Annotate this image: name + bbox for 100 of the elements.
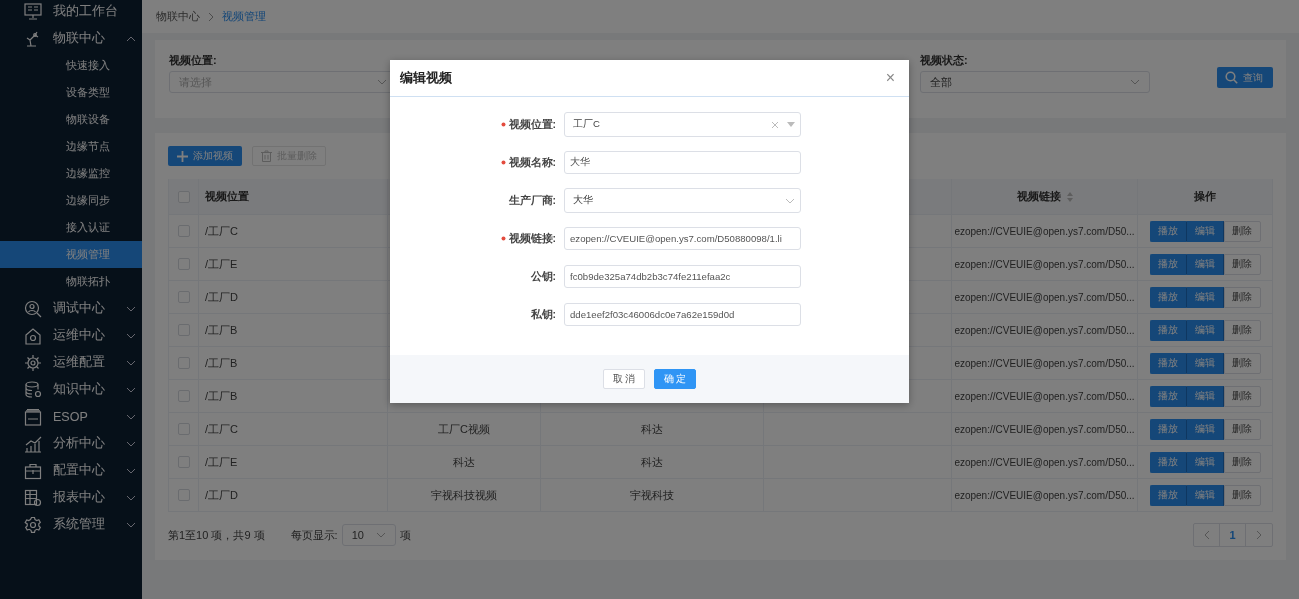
table-cell: /工厂E bbox=[199, 248, 388, 281]
plus-icon bbox=[177, 150, 188, 162]
table-cell: /工厂B bbox=[199, 380, 388, 413]
play-button[interactable]: 播放 bbox=[1149, 352, 1187, 374]
table-cell: ezopen://CVEUIE@open.ys7.com/D50... bbox=[952, 215, 1138, 248]
play-button[interactable]: 播放 bbox=[1149, 220, 1187, 242]
page-size-select[interactable]: 10 bbox=[341, 524, 396, 546]
sidebar-item[interactable]: ESOP bbox=[0, 403, 142, 430]
cancel-button[interactable]: 取 消 bbox=[603, 369, 645, 389]
delete-button[interactable]: 删除 bbox=[1223, 484, 1261, 506]
dialog-title: 编辑视频 bbox=[400, 69, 452, 87]
sidebar-subitem[interactable]: 视频管理 bbox=[0, 241, 142, 268]
filter-label: 视频位置: bbox=[169, 53, 218, 68]
table-cell: 科达 bbox=[388, 446, 541, 479]
sidebar-item[interactable]: 报表中心 bbox=[0, 484, 142, 511]
field-label: 生产厂商: bbox=[508, 193, 556, 208]
table-cell: /工厂B bbox=[199, 314, 388, 347]
sidebar-item[interactable]: 调试中心 bbox=[0, 295, 142, 322]
table-cell: ezopen://CVEUIE@open.ys7.com/D50... bbox=[952, 413, 1138, 446]
delete-button[interactable]: 删除 bbox=[1223, 286, 1261, 308]
sidebar-item[interactable]: 知识中心 bbox=[0, 376, 142, 403]
sidebar-item[interactable]: 物联中心 bbox=[0, 25, 142, 52]
delete-button[interactable]: 删除 bbox=[1223, 253, 1261, 275]
edit-button[interactable]: 编辑 bbox=[1186, 451, 1224, 473]
caret-icon bbox=[375, 532, 386, 538]
sidebar-item[interactable]: 配置中心 bbox=[0, 457, 142, 484]
sidebar-subitem[interactable]: 物联设备 bbox=[0, 106, 142, 133]
play-button[interactable]: 播放 bbox=[1149, 451, 1187, 473]
table-cell: 宇视科技 bbox=[541, 479, 764, 512]
delete-button[interactable]: 删除 bbox=[1223, 319, 1261, 341]
delete-button[interactable]: 删除 bbox=[1223, 451, 1261, 473]
sidebar-subitem[interactable]: 边缘节点 bbox=[0, 133, 142, 160]
confirm-button[interactable]: 确 定 bbox=[654, 369, 696, 389]
select-field[interactable]: 大华 bbox=[564, 188, 801, 213]
sidebar-subitem[interactable]: 物联拓扑 bbox=[0, 268, 142, 295]
sidebar-item[interactable]: 分析中心 bbox=[0, 430, 142, 457]
sidebar-item[interactable]: 我的工作台 bbox=[0, 0, 142, 25]
table-cell: /工厂D bbox=[199, 479, 388, 512]
table-cell: /工厂D bbox=[199, 281, 388, 314]
select-field[interactable]: 工厂C bbox=[564, 112, 801, 137]
caret-icon bbox=[1130, 79, 1140, 85]
settings-icon bbox=[24, 515, 42, 534]
sidebar-subitem[interactable]: 边缘监控 bbox=[0, 160, 142, 187]
sidebar-subitem[interactable]: 设备类型 bbox=[0, 79, 142, 106]
edit-button[interactable]: 编辑 bbox=[1186, 286, 1224, 308]
caret-down-icon bbox=[787, 122, 795, 127]
input-field[interactable]: dde1eef2f03c46006dc0e7a62e159d0d bbox=[564, 303, 801, 326]
column-header: 操作 bbox=[1194, 189, 1216, 204]
play-button[interactable]: 播放 bbox=[1149, 418, 1187, 440]
search-icon bbox=[1225, 71, 1238, 84]
edit-button[interactable]: 编辑 bbox=[1186, 352, 1224, 374]
database-icon bbox=[24, 380, 42, 399]
close-button[interactable]: × bbox=[883, 70, 897, 86]
chevron-left-icon bbox=[1203, 530, 1210, 540]
chevron-down-icon bbox=[785, 197, 795, 204]
delete-button[interactable]: 删除 bbox=[1223, 220, 1261, 242]
breadcrumb-link[interactable]: 视频管理 bbox=[222, 9, 266, 24]
table-cell: /工厂E bbox=[199, 446, 388, 479]
delete-button[interactable]: 删除 bbox=[1223, 385, 1261, 407]
sidebar-item[interactable]: 系统管理 bbox=[0, 511, 142, 538]
table-cell: ezopen://CVEUIE@open.ys7.com/D50... bbox=[952, 248, 1138, 281]
input-field[interactable]: fc0b9de325a74db2b3c74fe211efaa2c bbox=[564, 265, 801, 288]
table-cell: ezopen://CVEUIE@open.ys7.com/D50... bbox=[952, 380, 1138, 413]
bar-chart-icon bbox=[24, 434, 42, 453]
edit-button[interactable]: 编辑 bbox=[1186, 385, 1224, 407]
status-select[interactable]: 全部 bbox=[920, 71, 1150, 93]
play-button[interactable]: 播放 bbox=[1149, 319, 1187, 341]
sidebar-subitem[interactable]: 快速接入 bbox=[0, 52, 142, 79]
table-cell: ezopen://CVEUIE@open.ys7.com/D50... bbox=[952, 479, 1138, 512]
delete-button[interactable]: 删除 bbox=[1223, 352, 1261, 374]
play-button[interactable]: 播放 bbox=[1149, 484, 1187, 506]
input-field[interactable]: ezopen://CVEUIE@open.ys7.com/D50880098/1.li bbox=[564, 227, 801, 250]
edit-button[interactable]: 编辑 bbox=[1186, 319, 1224, 341]
document-icon bbox=[24, 407, 42, 426]
sidebar-item[interactable]: 运维配置 bbox=[0, 349, 142, 376]
query-button[interactable]: 查询 bbox=[1217, 67, 1273, 88]
edit-button[interactable]: 编辑 bbox=[1186, 253, 1224, 275]
spreadsheet-icon bbox=[24, 488, 42, 507]
edit-button[interactable]: 编辑 bbox=[1186, 418, 1224, 440]
add-button[interactable]: 添加视频 bbox=[168, 146, 242, 166]
play-button[interactable]: 播放 bbox=[1149, 385, 1187, 407]
edit-button[interactable]: 编辑 bbox=[1186, 484, 1224, 506]
table-cell: /工厂C bbox=[199, 413, 388, 446]
input-field[interactable]: 大华 bbox=[564, 151, 801, 174]
table-cell: 宇视科技视频 bbox=[388, 479, 541, 512]
column-header: 视频位置 bbox=[205, 189, 249, 204]
play-button[interactable]: 播放 bbox=[1149, 253, 1187, 275]
sidebar-item[interactable]: 运维中心 bbox=[0, 322, 142, 349]
person-search-icon bbox=[24, 299, 42, 318]
sidebar-subitem[interactable]: 接入认证 bbox=[0, 214, 142, 241]
breadcrumb-link[interactable]: 物联中心 bbox=[156, 9, 200, 24]
delete-button[interactable]: 删除 bbox=[1223, 418, 1261, 440]
table-cell: 工厂C视频 bbox=[388, 413, 541, 446]
briefcase-icon bbox=[24, 461, 42, 480]
field-label: 视频名称: bbox=[508, 155, 556, 170]
sidebar-subitem[interactable]: 边缘同步 bbox=[0, 187, 142, 214]
table-cell: 科达 bbox=[541, 446, 764, 479]
play-button[interactable]: 播放 bbox=[1149, 286, 1187, 308]
edit-button[interactable]: 编辑 bbox=[1186, 220, 1224, 242]
field-label: 视频位置: bbox=[508, 117, 556, 132]
